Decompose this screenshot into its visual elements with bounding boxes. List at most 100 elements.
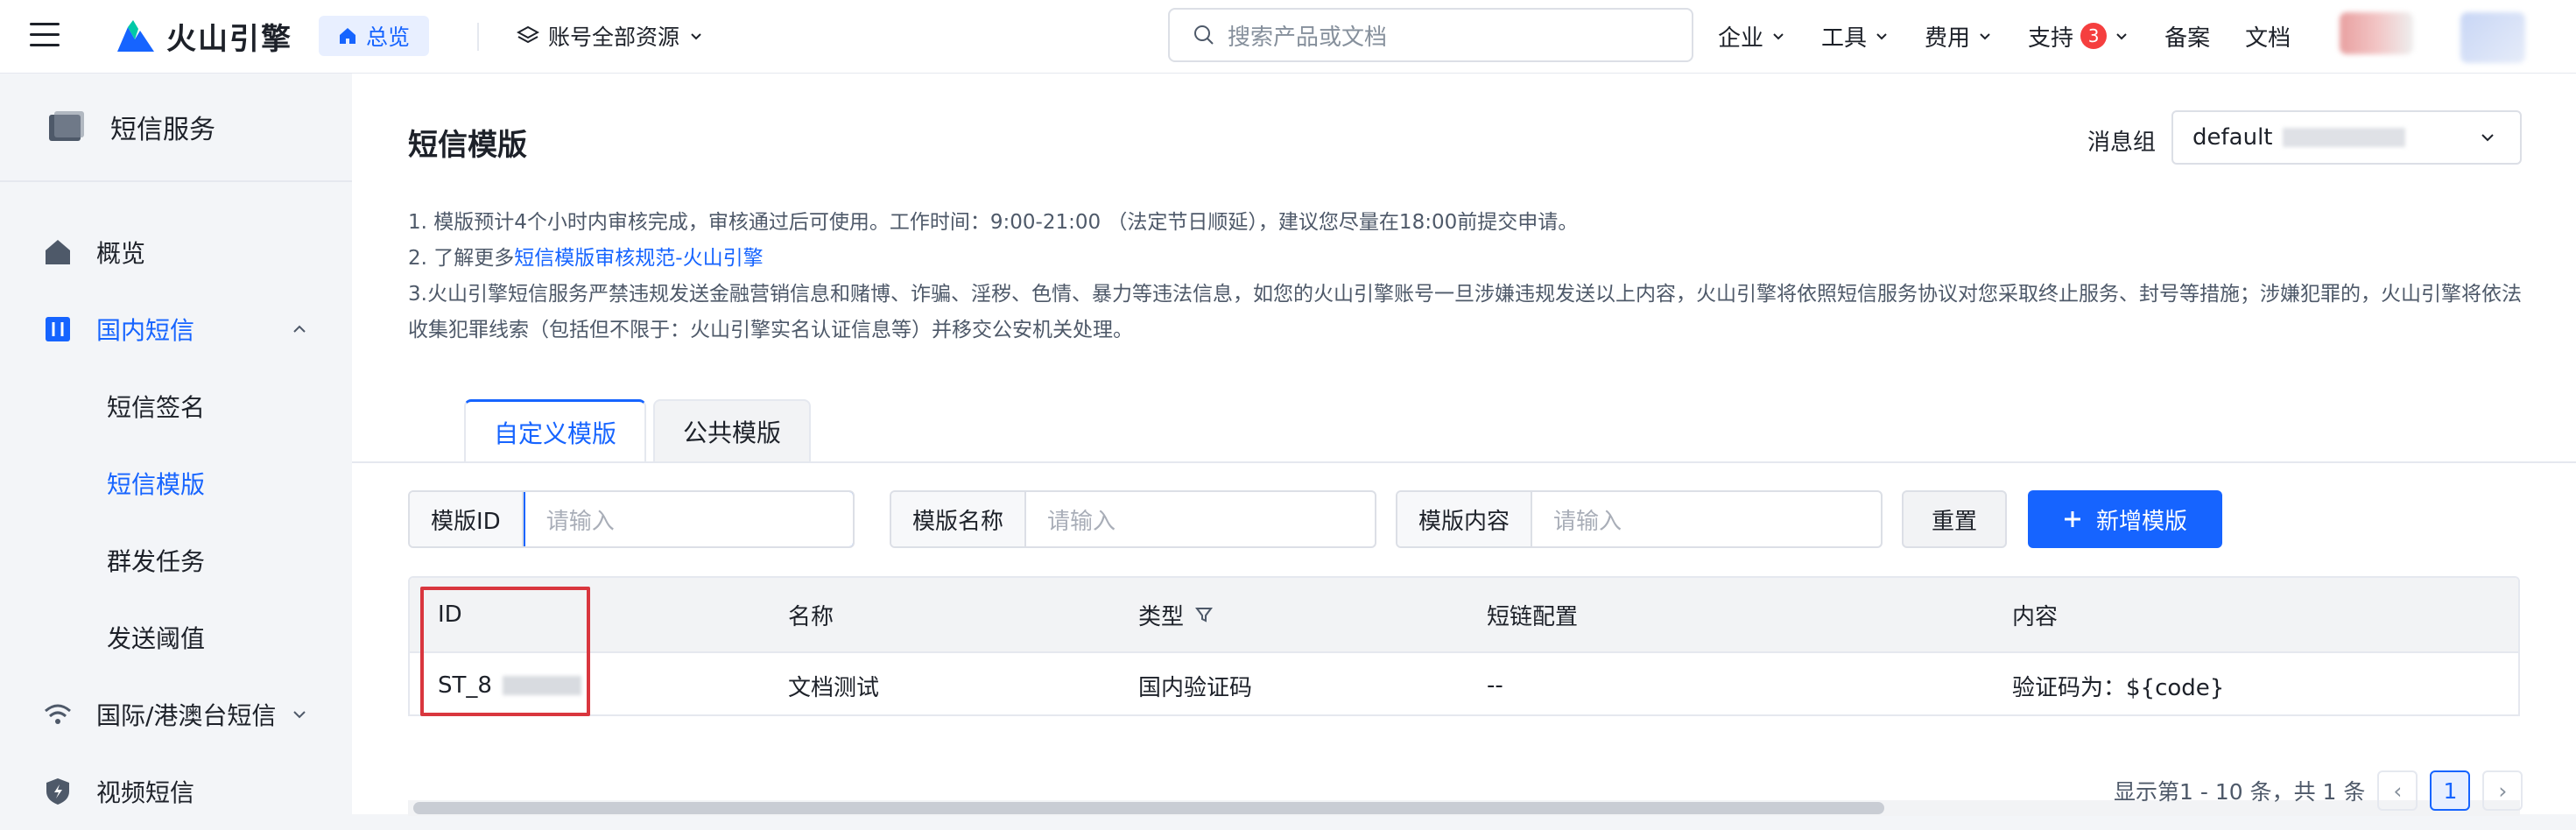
filter-template-content: 模版内容 请输入 xyxy=(1396,490,1883,548)
template-guideline-link[interactable]: 短信模版审核规范-火山引擎 xyxy=(514,247,763,270)
resource-scope-label: 账号全部资源 xyxy=(548,25,680,50)
add-template-label: 新增模版 xyxy=(2095,508,2187,535)
sidebar-item-international-sms[interactable]: 国际/港澳台短信 xyxy=(0,676,352,753)
chevron-up-icon xyxy=(293,325,306,333)
nav-enterprise[interactable]: 企业 xyxy=(1718,20,1786,53)
cell-content: 验证码为：${code} xyxy=(2012,674,2225,701)
nav-filing[interactable]: 备案 xyxy=(2164,20,2210,53)
plus-icon xyxy=(2064,511,2080,527)
scrollbar-thumb[interactable] xyxy=(413,802,1884,814)
add-template-button[interactable]: 新增模版 xyxy=(2028,490,2222,548)
header-shortlink: 短链配置 xyxy=(1487,603,1579,630)
chevron-down-icon xyxy=(2116,33,2127,40)
chevron-down-icon xyxy=(2481,134,2494,142)
sidebar-item-sms-signature[interactable]: 短信签名 xyxy=(0,368,352,445)
search-icon xyxy=(1194,25,1214,45)
nav-support[interactable]: 支持 3 xyxy=(2028,20,2129,53)
filter-template-id: 模版ID 请输入 xyxy=(408,490,855,548)
filter-label: 模版ID xyxy=(410,492,524,546)
nav-filing-label: 备案 xyxy=(2164,25,2211,52)
message-group-select[interactable]: default xyxy=(2171,110,2522,165)
chevron-down-icon xyxy=(1773,33,1784,40)
note-2-text: 2. 了解更多 xyxy=(408,247,515,270)
resource-scope-selector[interactable]: 账号全部资源 xyxy=(517,16,704,56)
template-name-input[interactable]: 请输入 xyxy=(1026,492,1375,546)
nav-enterprise-label: 企业 xyxy=(1718,25,1764,52)
home-icon xyxy=(340,28,355,44)
template-content-input[interactable]: 请输入 xyxy=(1532,492,1881,546)
page-1-button[interactable]: 1 xyxy=(2430,770,2471,811)
layers-icon xyxy=(517,25,539,44)
nav-support-label: 支持 xyxy=(2028,25,2074,52)
avatar[interactable] xyxy=(2460,12,2525,63)
pager-summary: 显示第1 - 10 条，共 1 条 xyxy=(2114,779,2366,805)
reset-button[interactable]: 重置 xyxy=(1902,490,2007,548)
top-nav: 企业 工具 费用 支持 3 备案 文档 xyxy=(1718,16,2291,56)
cell-type: 国内验证码 xyxy=(1138,674,1253,701)
main-content: 短信模版 消息组 default 1. 模版预计4个小时内审核完成，审核通过后可… xyxy=(352,74,2576,816)
menu-icon[interactable] xyxy=(30,23,60,47)
nav-docs-label: 文档 xyxy=(2245,25,2291,52)
chevron-down-icon xyxy=(293,711,306,719)
sidebar-item-label: 短信签名 xyxy=(107,393,206,422)
tab-divider xyxy=(352,461,2576,463)
filter-label: 模版名称 xyxy=(891,492,1027,546)
sidebar-item-video-sms[interactable]: 视频短信 xyxy=(0,753,352,830)
overview-label: 总览 xyxy=(366,25,411,50)
prev-page-button[interactable]: ‹ xyxy=(2377,770,2418,811)
sidebar-item-label: 短信模版 xyxy=(107,470,206,499)
note-3: 3.火山引擎短信服务严禁违规发送金融营销信息和赌博、诈骗、淫秽、色情、暴力等违法… xyxy=(408,283,2522,341)
sidebar-item-bulk-task[interactable]: 群发任务 xyxy=(0,522,352,599)
home-icon xyxy=(46,240,70,264)
wifi-icon xyxy=(45,704,71,724)
top-bar: 火山引擎 总览 账号全部资源 搜索产品或文档 企业 工具 费用 支持 3 备案 文… xyxy=(0,0,2576,74)
support-badge: 3 xyxy=(2080,23,2108,49)
sidebar-item-label: 群发任务 xyxy=(107,547,206,576)
nav-tools[interactable]: 工具 xyxy=(1821,20,1890,53)
sidebar-item-label: 国内短信 xyxy=(96,316,195,345)
sidebar: 短信服务 概览 国内短信 短信签名 短信模版 群发任务 发送阈值 国际/港澳台短… xyxy=(0,74,352,814)
overview-button[interactable]: 总览 xyxy=(319,16,430,56)
template-table: ID 名称 类型 短链配置 内容 ST_8 文档测试 国内验证码 -- 验证码为… xyxy=(408,576,2520,716)
next-page-button[interactable]: › xyxy=(2482,770,2523,811)
cell-shortlink: -- xyxy=(1487,672,1503,699)
template-id-input[interactable]: 请输入 xyxy=(523,492,853,546)
filter-icon[interactable] xyxy=(1194,605,1214,624)
sidebar-item-label: 视频短信 xyxy=(96,778,195,807)
header-type: 类型 xyxy=(1138,578,1214,651)
note-1: 1. 模版预计4个小时内审核完成，审核通过后可使用。工作时间：9:00-21:0… xyxy=(408,211,1579,234)
sidebar-header: 短信服务 xyxy=(0,74,352,182)
account-name-redacted[interactable] xyxy=(2340,12,2413,54)
search-input[interactable]: 搜索产品或文档 xyxy=(1168,8,1693,62)
template-tabs: 自定义模版 公共模版 xyxy=(464,399,812,462)
brand-name: 火山引擎 xyxy=(166,21,292,57)
nav-docs[interactable]: 文档 xyxy=(2245,20,2291,53)
sidebar-item-domestic-sms[interactable]: 国内短信 xyxy=(0,291,352,368)
redacted-text xyxy=(2283,128,2406,147)
header-type-label: 类型 xyxy=(1138,603,1185,630)
page-title: 短信模版 xyxy=(408,128,527,163)
sidebar-item-send-threshold[interactable]: 发送阈值 xyxy=(0,599,352,676)
sidebar-item-overview[interactable]: 概览 xyxy=(0,214,352,291)
volcano-logo-icon xyxy=(117,20,154,52)
filter-label: 模版内容 xyxy=(1397,492,1533,546)
table-header: ID 名称 类型 短链配置 内容 xyxy=(410,578,2518,651)
nav-billing[interactable]: 费用 xyxy=(1925,20,1993,53)
tab-custom-template[interactable]: 自定义模版 xyxy=(464,399,647,462)
message-group-label: 消息组 xyxy=(2087,130,2157,156)
notes: 1. 模版预计4个小时内审核完成，审核通过后可使用。工作时间：9:00-21:0… xyxy=(408,205,2527,348)
sidebar-item-sms-template[interactable]: 短信模版 xyxy=(0,445,352,522)
nav-billing-label: 费用 xyxy=(1925,25,1971,52)
header-name: 名称 xyxy=(788,603,834,630)
shield-icon xyxy=(46,778,69,805)
sidebar-item-label: 概览 xyxy=(96,239,146,268)
sms-domestic-icon xyxy=(46,317,70,341)
note-2: 2. 了解更多短信模版审核规范-火山引擎 xyxy=(408,241,2527,277)
brand-logo[interactable]: 火山引擎 xyxy=(114,14,292,58)
sidebar-title: 短信服务 xyxy=(110,115,215,145)
chevron-down-icon xyxy=(691,33,701,40)
pagination: 显示第1 - 10 条，共 1 条 ‹ 1 › xyxy=(2114,770,2523,811)
tab-public-template[interactable]: 公共模版 xyxy=(653,399,812,462)
table-row[interactable]: ST_8 文档测试 国内验证码 -- 验证码为：${code} xyxy=(410,651,2518,714)
filter-template-name: 模版名称 请输入 xyxy=(890,490,1376,548)
